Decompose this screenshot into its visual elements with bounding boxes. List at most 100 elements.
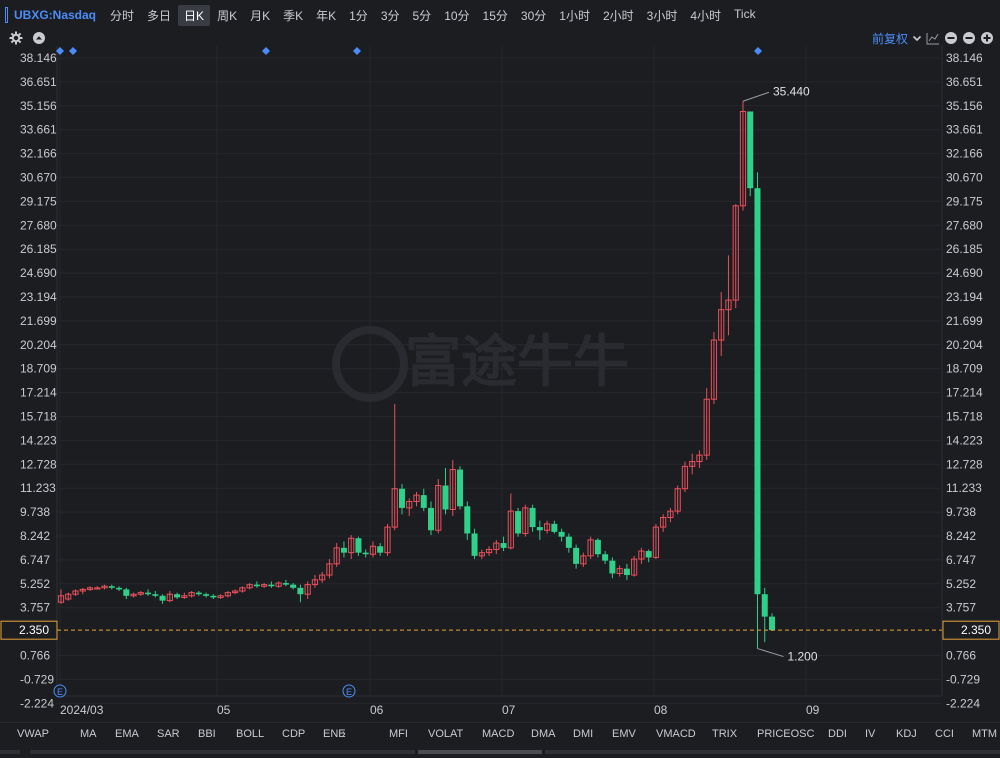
chevron-down-icon[interactable] xyxy=(912,33,922,43)
candle-body-down[interactable] xyxy=(174,594,181,598)
candle-body-down[interactable] xyxy=(565,536,572,548)
period-tab[interactable]: 季K xyxy=(277,5,309,26)
event-diamond-icon[interactable] xyxy=(754,47,762,55)
candle-body-down[interactable] xyxy=(457,469,464,507)
collapse-up-icon[interactable] xyxy=(32,31,46,45)
candle-body-down[interactable] xyxy=(428,507,435,531)
candle-body-down[interactable] xyxy=(282,583,289,585)
period-tab[interactable]: Tick xyxy=(728,5,762,26)
indicator-kdj[interactable]: KDJ xyxy=(896,728,917,740)
candle-body-down[interactable] xyxy=(761,594,768,617)
indicator-boll[interactable]: BOLL xyxy=(236,728,264,740)
period-tab[interactable]: 周K xyxy=(211,5,243,26)
candle-body-down[interactable] xyxy=(195,592,202,595)
candle-body-down[interactable] xyxy=(500,543,507,548)
period-tab[interactable]: 3小时 xyxy=(641,5,684,26)
indicator-vwap[interactable]: VWAP xyxy=(17,728,49,740)
price-adjust-dropdown[interactable]: 前复权 xyxy=(872,30,908,47)
period-tab[interactable]: 5分 xyxy=(407,5,438,26)
period-tab[interactable]: 年K xyxy=(310,5,342,26)
scrollbar-thumb[interactable] xyxy=(418,750,542,754)
candle-body-down[interactable] xyxy=(398,488,405,508)
symbol-label[interactable]: UBXG:Nasdaq xyxy=(14,8,96,22)
indicator-ma[interactable]: MA xyxy=(80,728,97,740)
candle-body-down[interactable] xyxy=(573,547,580,564)
zoom-in-icon[interactable] xyxy=(980,31,994,45)
candle-body-down[interactable] xyxy=(159,595,166,601)
price-tick-label-right: 18.709 xyxy=(946,362,983,376)
candle-body-down[interactable] xyxy=(558,531,565,537)
candle-body-down[interactable] xyxy=(594,539,601,555)
event-diamond-icon[interactable] xyxy=(353,47,361,55)
period-tab[interactable]: 1分 xyxy=(343,5,374,26)
horizontal-scrollbar[interactable] xyxy=(0,744,1000,758)
candle-body-down[interactable] xyxy=(152,594,159,596)
candle-body-down[interactable] xyxy=(108,586,115,588)
minimize-icon[interactable] xyxy=(962,31,976,45)
candle-body-down[interactable] xyxy=(297,587,304,595)
indicator-trix[interactable]: TRIX xyxy=(712,728,737,740)
candle-body-down[interactable] xyxy=(609,560,616,574)
indicator-cdp[interactable]: CDP xyxy=(282,728,305,740)
period-tab[interactable]: 月K xyxy=(244,5,276,26)
candle-body-down[interactable] xyxy=(529,507,536,528)
indicator-volat[interactable]: VOLAT xyxy=(428,728,463,740)
candle-body-down[interactable] xyxy=(123,589,130,596)
candle-body-down[interactable] xyxy=(377,546,384,553)
candle-body-down[interactable] xyxy=(210,595,217,598)
event-diamond-icon[interactable] xyxy=(69,47,77,55)
candle-body-down[interactable] xyxy=(645,551,652,558)
candle-body-down[interactable] xyxy=(268,584,275,587)
candle-body-down[interactable] xyxy=(464,506,471,534)
indicator-iv[interactable]: IV xyxy=(865,728,875,740)
candle-body-down[interactable] xyxy=(420,495,427,508)
candle-body-down[interactable] xyxy=(362,552,369,555)
period-tab[interactable]: 多日 xyxy=(141,5,177,26)
candlestick-chart[interactable]: 38.146 38.146 36.651 36.651 35.156 35.156 33.6… xyxy=(0,46,1000,722)
indicator-ddi[interactable]: DDI xyxy=(828,728,847,740)
candle-body-down[interactable] xyxy=(145,592,152,595)
period-tab[interactable]: 30分 xyxy=(515,5,552,26)
indicator-mfi[interactable]: MFI xyxy=(389,728,408,740)
indicator-ema[interactable]: EMA xyxy=(115,728,139,740)
period-tab[interactable]: 1小时 xyxy=(553,5,596,26)
indicator-cci[interactable]: CCI xyxy=(935,728,954,740)
period-tab[interactable]: 3分 xyxy=(375,5,406,26)
candle-body-down[interactable] xyxy=(515,511,522,534)
candle-body-down[interactable] xyxy=(602,554,609,561)
indicator-priceosc[interactable]: PRICEOSC xyxy=(757,728,814,740)
indicator-bbi[interactable]: BBI xyxy=(198,728,216,740)
period-tab[interactable]: 15分 xyxy=(477,5,514,26)
period-tab[interactable]: 10分 xyxy=(438,5,475,26)
indicator-more-button[interactable]: › xyxy=(342,728,346,740)
candle-body-down[interactable] xyxy=(442,485,449,510)
candle-body-down[interactable] xyxy=(769,616,775,631)
candle-body-down[interactable] xyxy=(623,568,630,576)
period-tab[interactable]: 2小时 xyxy=(597,5,640,26)
indicator-emv[interactable]: EMV xyxy=(612,728,636,740)
event-diamond-icon[interactable] xyxy=(262,47,270,55)
period-tab[interactable]: 日K xyxy=(178,4,211,26)
indicator-macd[interactable]: MACD xyxy=(482,728,514,740)
indicator-dmi[interactable]: DMI xyxy=(573,728,593,740)
candle-body-down[interactable] xyxy=(471,533,478,556)
period-tab[interactable]: 4小时 xyxy=(684,5,727,26)
candle-body-down[interactable] xyxy=(290,584,297,588)
log-scale-icon[interactable] xyxy=(926,31,940,45)
indicator-vmacd[interactable]: VMACD xyxy=(656,728,696,740)
candle-body-down[interactable] xyxy=(355,538,362,553)
candle-body-down[interactable] xyxy=(536,527,543,531)
candle-body-down[interactable] xyxy=(116,587,123,590)
candle-body-down[interactable] xyxy=(203,594,210,596)
period-tab[interactable]: 分时 xyxy=(104,5,140,26)
indicator-mtm[interactable]: MTM xyxy=(972,728,997,740)
gear-icon[interactable] xyxy=(9,31,23,45)
indicator-dma[interactable]: DMA xyxy=(531,728,555,740)
candle-body-down[interactable] xyxy=(551,523,558,532)
candle-body-down[interactable] xyxy=(747,111,754,189)
candle-body-down[interactable] xyxy=(253,584,260,587)
candle-body-down[interactable] xyxy=(754,188,761,595)
zoom-out-icon[interactable] xyxy=(944,31,958,45)
candle-body-down[interactable] xyxy=(340,547,347,553)
indicator-sar[interactable]: SAR xyxy=(157,728,180,740)
